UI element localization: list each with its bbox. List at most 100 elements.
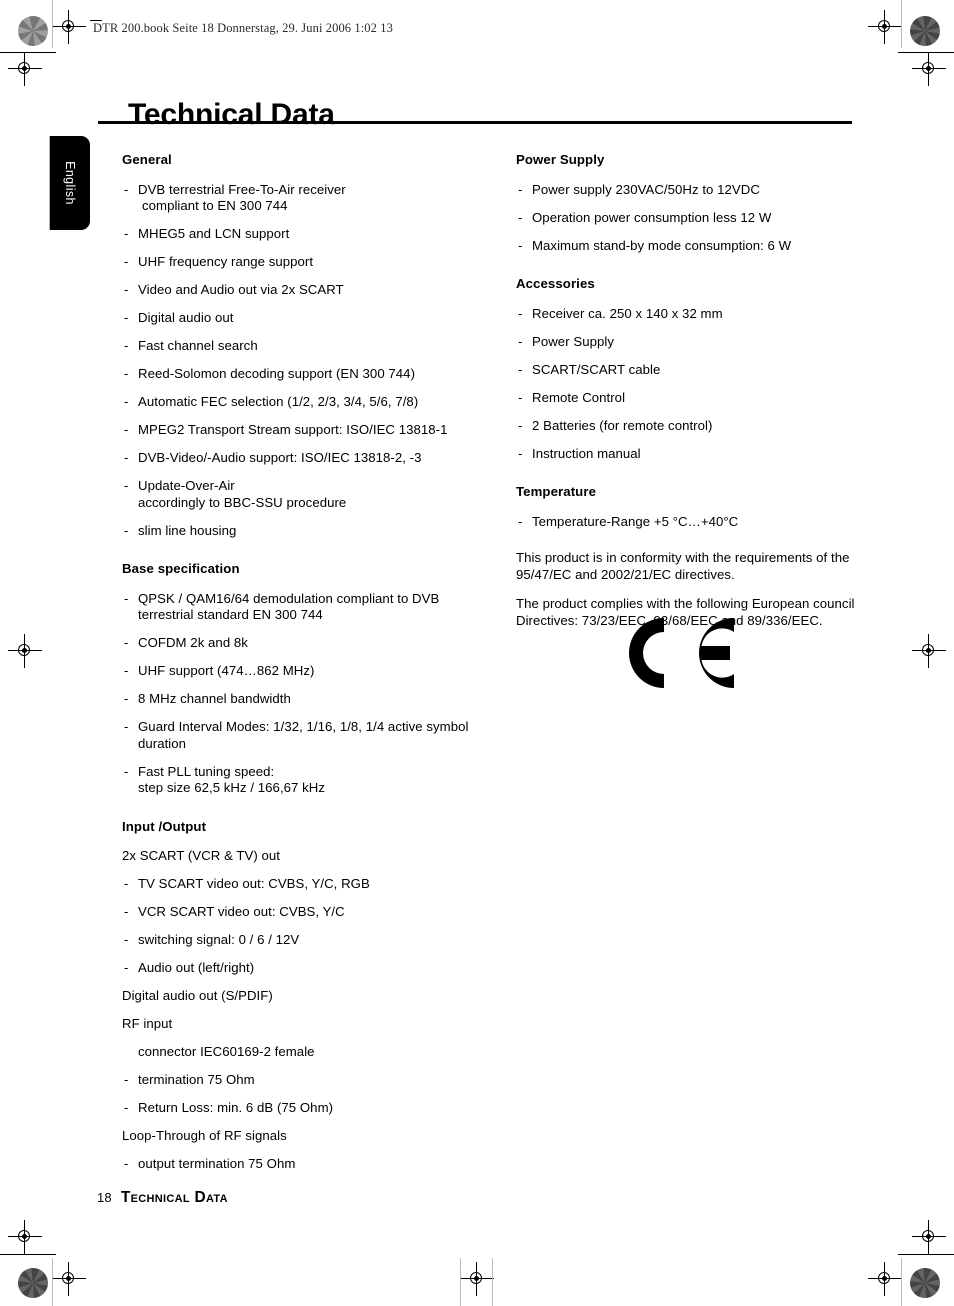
list-dash-marker: - (518, 237, 523, 253)
section-heading: Accessories (516, 276, 595, 291)
spec-item-text: COFDM 2k and 8k (138, 635, 248, 650)
list-dash-marker: - (124, 282, 129, 297)
spec-item-text: slim line housing (138, 522, 237, 538)
list-dash-marker: - (124, 522, 129, 538)
spec-list-item: - Digital audio out (122, 310, 494, 327)
spec-list-item: - Receiver ca. 250 x 140 x 32 mm (516, 306, 868, 323)
spec-item-text: SCART/SCART cable (532, 361, 661, 377)
crop-line-bottom-right (898, 1254, 954, 1256)
spec-item-text: output termination 75 Ohm (138, 1156, 296, 1171)
list-dash-marker: - (518, 389, 523, 405)
spec-list-item: - Power supply 230VAC/50Hz to 12VDC (516, 182, 868, 199)
spec-list-item: - Temperature-Range +5 °C…+40°C (516, 514, 868, 531)
spec-item-text: Digital audio out (138, 310, 234, 325)
spec-item-text: Temperature-Range +5 °C…+40°C (532, 513, 739, 529)
list-dash-marker: - (124, 1100, 129, 1115)
trim-guide-bottom-left-vertical (52, 1258, 53, 1306)
spec-list-item: - DVB terrestrial Free-To-Air receiver com… (122, 182, 494, 215)
spec-list: - QPSK / QAM16/64 demodulation compliant … (122, 591, 494, 797)
spec-item-text: termination 75 Ohm (138, 1072, 255, 1087)
color-registration-dot-bottom-left (18, 1268, 48, 1298)
spec-list-item: - Power Supply (516, 334, 868, 351)
spec-item-text: TV SCART video out: CVBS, Y/C, RGB (138, 876, 370, 891)
spec-item-text: Audio out (left/right) (138, 960, 255, 975)
spec-list-item: - DVB-Video/-Audio support: ISO/IEC 13818… (122, 450, 494, 467)
registration-mark-corner-top-right (912, 52, 946, 86)
color-registration-dot-top-right (910, 16, 940, 46)
spec-item-continuation: compliant to EN 300 744 (142, 198, 288, 213)
spec-list-item: - output termination 75 Ohm (122, 1156, 494, 1173)
spec-list-item: - Return Loss: min. 6 dB (75 Ohm) (122, 1100, 494, 1117)
list-dash-marker: - (518, 333, 523, 349)
list-dash-marker: - (124, 932, 129, 947)
spec-list-item: - MPEG2 Transport Stream support: ISO/IEC… (122, 422, 494, 439)
spec-item-text: RF input (122, 1016, 173, 1031)
spec-item-text: Update-Over-Air (138, 478, 235, 493)
spec-list-item: -8 MHz channel bandwidth (122, 691, 494, 708)
list-dash-marker: - (518, 209, 523, 225)
registration-mark-right-middle (912, 634, 946, 668)
left-column: General - DVB terrestrial Free-To-Air rece… (122, 152, 494, 1184)
trim-guide-bottom-center-vertical-2 (492, 1258, 493, 1306)
color-registration-dot-bottom-right (910, 1268, 940, 1298)
list-dash-marker: - (124, 181, 129, 197)
spec-item-continuation: duration (138, 735, 187, 751)
registration-mark-left-middle (8, 634, 42, 668)
language-tab-label: English (63, 161, 77, 205)
list-dash-marker: - (124, 876, 129, 891)
spec-item-text: Maximum stand-by mode consumption: 6 W (532, 237, 792, 253)
list-dash-marker: - (124, 478, 129, 493)
spec-item-text: DVB-Video/-Audio support: ISO/IEC 13818-… (138, 450, 422, 465)
spec-item-text: Power supply 230VAC/50Hz to 12VDC (532, 181, 760, 197)
spec-item-text: Fast PLL tuning speed: (138, 763, 275, 779)
spec-item-text: connector IEC60169-2 female (138, 1044, 315, 1059)
spec-item-text: Reed-Solomon decoding support (EN 300 74… (138, 366, 416, 381)
spec-list-item: - UHF support (474…862 MHz) (122, 663, 494, 680)
list-dash-marker: - (124, 366, 129, 381)
list-dash-marker: - (124, 422, 129, 437)
spec-item-text: 2 Batteries (for remote control) (532, 417, 713, 433)
spec-item-text: Fast channel search (138, 338, 258, 353)
spec-list-item: 2x SCART (VCR & TV) out (122, 848, 494, 865)
registration-mark-top-left (52, 10, 86, 44)
spec-item-text: UHF frequency range support (138, 254, 314, 269)
spec-item-continuation: step size 62,5 kHz / 166,67 kHz (138, 780, 325, 795)
page-title: Technical Data (128, 98, 335, 132)
spec-item-text: DVB terrestrial Free-To-Air receiver (138, 181, 346, 197)
list-dash-marker: - (518, 361, 523, 377)
spec-item-text: MPEG2 Transport Stream support: ISO/IEC … (138, 422, 448, 437)
book-slug-line: DTR 200.book Seite 18 Donnerstag, 29. Ju… (93, 21, 393, 35)
spec-list-item: - Operation power consumption less 12 W (516, 210, 868, 227)
spec-item-text: VCR SCART video out: CVBS, Y/C (138, 904, 345, 919)
trim-guide-bottom-center-vertical (460, 1258, 461, 1306)
spec-list-item: - Video and Audio out via 2x SCART (122, 282, 494, 299)
spec-list: - Temperature-Range +5 °C…+40°C (516, 514, 868, 531)
list-dash-marker: - (518, 181, 523, 197)
list-dash-marker: - (124, 719, 129, 734)
list-dash-marker: - (124, 691, 129, 706)
spec-list-item: - slim line housing (122, 523, 494, 540)
spec-item-text: Return Loss: min. 6 dB (75 Ohm) (138, 1100, 334, 1115)
registration-mark-top-right (868, 10, 902, 44)
spec-list-item: - Fast PLL tuning speed: step size 62,5 kH… (122, 764, 494, 797)
list-dash-marker: - (124, 904, 129, 919)
spec-item-text: Power Supply (532, 333, 614, 349)
page-footer: 18 Technical Data (97, 1189, 228, 1207)
spec-list: - DVB terrestrial Free-To-Air receiver com… (122, 182, 494, 540)
spec-item-text: UHF support (474…862 MHz) (138, 663, 315, 678)
spec-item-text: MHEG5 and LCN support (138, 226, 290, 241)
list-dash-marker: - (124, 663, 129, 678)
trim-guide-left-vertical (52, 0, 53, 48)
ce-mark-icon (620, 612, 738, 699)
spec-list-item: - COFDM 2k and 8k (122, 635, 494, 652)
footer-title: Technical Data (120, 1189, 228, 1206)
section-heading: Power Supply (516, 152, 605, 167)
list-dash-marker: - (518, 305, 523, 321)
list-dash-marker: - (124, 226, 129, 241)
list-dash-marker: - (124, 1156, 129, 1171)
footer-page-number: 18 (97, 1190, 112, 1205)
spec-item-text: Instruction manual (532, 445, 641, 461)
spec-item-text: Video and Audio out via 2x SCART (138, 282, 344, 297)
section-heading: Temperature (516, 484, 597, 499)
crop-line-top-left (0, 52, 56, 54)
